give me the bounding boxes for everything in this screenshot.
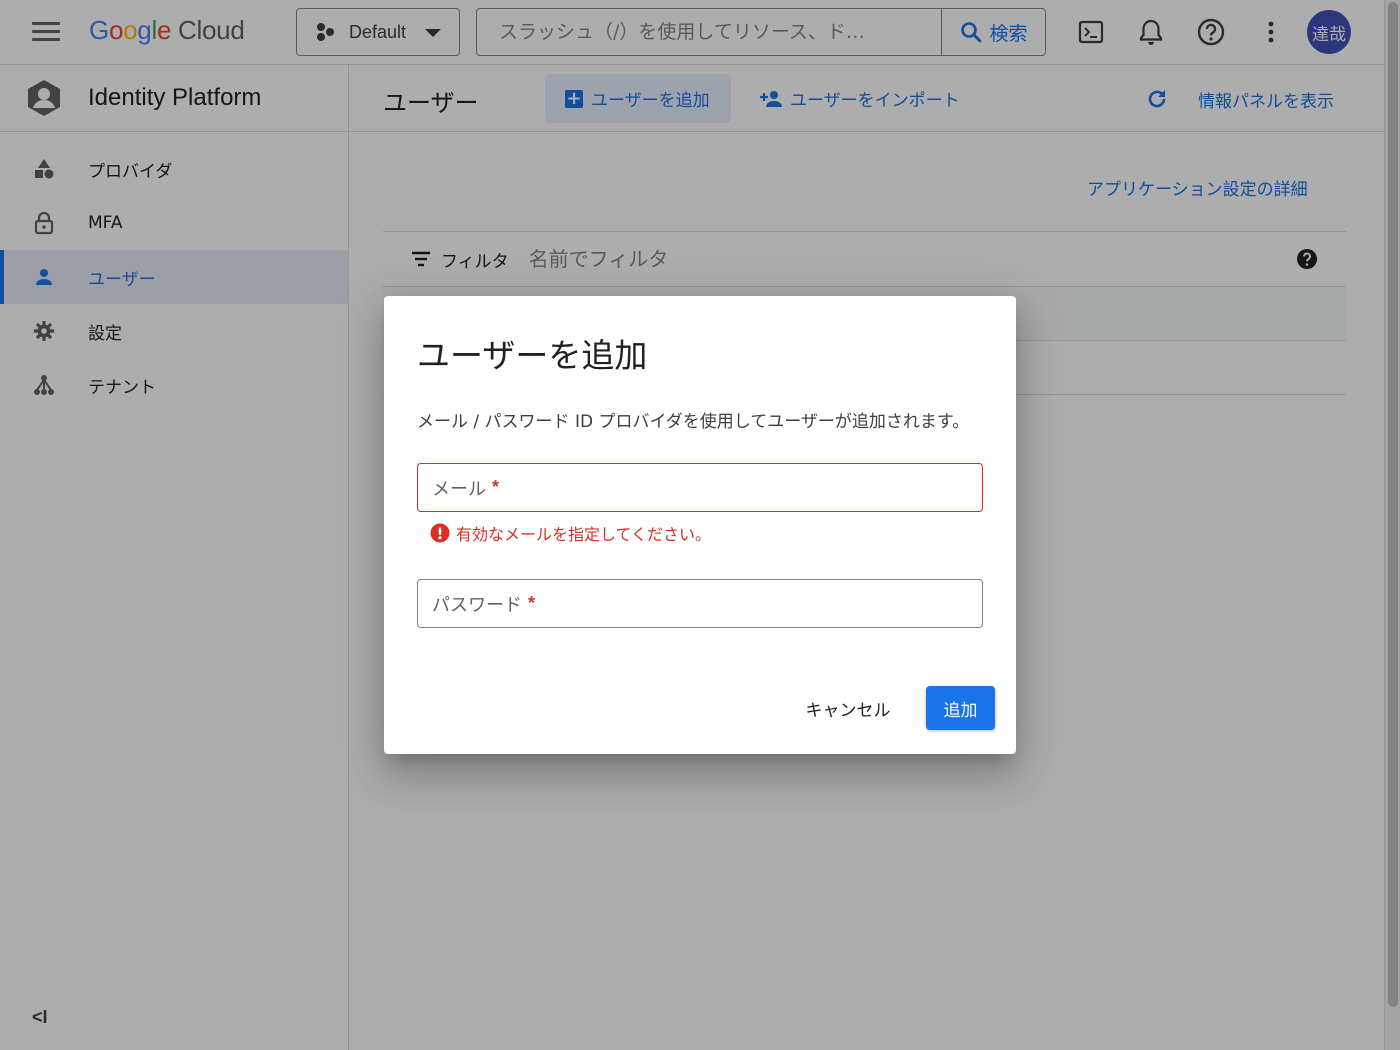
- dialog-title: ユーザーを追加: [417, 336, 648, 375]
- required-mark: *: [528, 593, 536, 613]
- password-field[interactable]: パスワード *: [417, 579, 983, 628]
- add-button[interactable]: 追加: [926, 686, 995, 730]
- dialog-description: メール / パスワード ID プロバイダを使用してユーザーが追加されます。: [417, 412, 970, 432]
- error-icon: [430, 523, 450, 543]
- password-field-label: パスワード: [432, 594, 522, 616]
- cancel-button[interactable]: キャンセル: [798, 686, 898, 730]
- email-error-message: 有効なメールを指定してください。: [430, 521, 711, 545]
- add-user-dialog: ユーザーを追加 メール / パスワード ID プロバイダを使用してユーザーが追加…: [384, 296, 1016, 754]
- email-error-text: 有効なメールを指定してください。: [456, 525, 712, 544]
- email-field[interactable]: メール *: [417, 463, 983, 512]
- email-field-label: メール: [432, 478, 486, 500]
- required-mark: *: [492, 477, 500, 497]
